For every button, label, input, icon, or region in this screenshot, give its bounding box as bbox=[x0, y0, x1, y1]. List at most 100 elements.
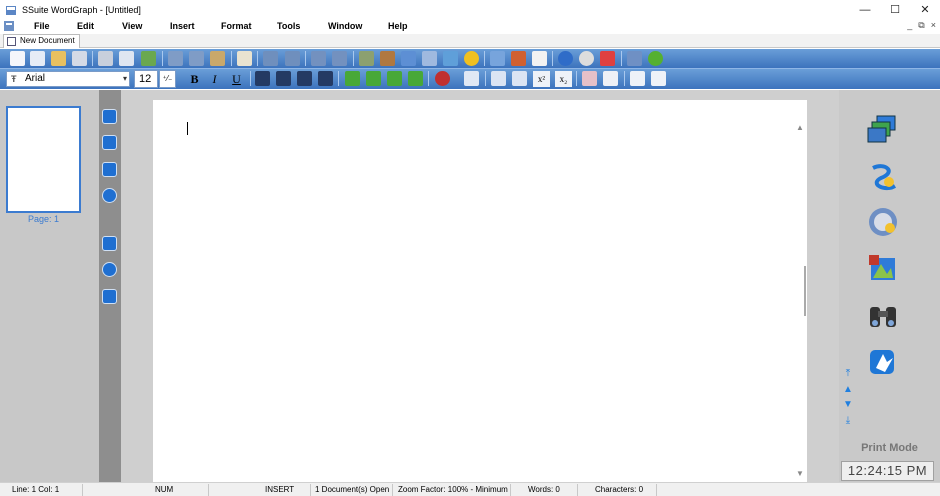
insert-chart-icon[interactable] bbox=[443, 51, 458, 66]
history-clock-icon[interactable] bbox=[102, 188, 117, 203]
insert-image-icon[interactable] bbox=[380, 51, 395, 66]
menu-help[interactable]: Help bbox=[388, 21, 408, 31]
align-left-icon[interactable] bbox=[255, 71, 270, 86]
menu-edit[interactable]: Edit bbox=[77, 21, 94, 31]
close-document-icon[interactable] bbox=[627, 51, 642, 66]
next-page-icon[interactable]: ▼ bbox=[842, 399, 854, 411]
windows-cascade-icon[interactable] bbox=[867, 114, 899, 146]
scrollbar-thumb[interactable] bbox=[804, 266, 806, 316]
align-right-icon[interactable] bbox=[297, 71, 312, 86]
copy-icon[interactable] bbox=[189, 51, 204, 66]
maximize-button[interactable]: ☐ bbox=[880, 0, 910, 19]
align-center-icon[interactable] bbox=[276, 71, 291, 86]
menu-window[interactable]: Window bbox=[328, 21, 362, 31]
background-color-icon[interactable] bbox=[582, 71, 597, 86]
font-size-input[interactable]: 12 bbox=[134, 70, 158, 88]
new-document-icon[interactable] bbox=[10, 51, 25, 66]
open-folder-icon[interactable] bbox=[51, 51, 66, 66]
insert-table-icon[interactable] bbox=[422, 51, 437, 66]
scroll-down-arrow-icon[interactable]: ▼ bbox=[796, 469, 804, 478]
zoom-out-icon[interactable] bbox=[332, 51, 347, 66]
page-up-icon[interactable] bbox=[630, 71, 645, 86]
print-preview-icon[interactable] bbox=[119, 51, 134, 66]
move-right-icon[interactable] bbox=[408, 71, 423, 86]
format-toolbar: Ŧ Arial ▾ 12 ⁺⁄₋ B I U x² x₂ bbox=[0, 68, 940, 89]
font-size-stepper[interactable]: ⁺⁄₋ bbox=[159, 70, 176, 88]
subscript-button[interactable]: x₂ bbox=[555, 71, 572, 87]
page-thumbnail[interactable] bbox=[6, 106, 81, 213]
mdi-close-button[interactable]: × bbox=[931, 20, 936, 31]
indent-right-icon[interactable] bbox=[366, 71, 381, 86]
numbered-list-icon[interactable] bbox=[491, 71, 506, 86]
menu-format[interactable]: Format bbox=[221, 21, 252, 31]
last-page-icon[interactable]: ⤓ bbox=[842, 415, 854, 427]
toolbar-divider bbox=[305, 51, 306, 66]
download-icon[interactable] bbox=[511, 51, 526, 66]
status-divider bbox=[577, 484, 578, 496]
scroll-up-arrow-icon[interactable]: ▲ bbox=[796, 123, 804, 132]
status-divider bbox=[310, 484, 311, 496]
email-icon[interactable] bbox=[532, 51, 547, 66]
mdi-minimize-button[interactable]: _ bbox=[907, 20, 912, 31]
insert-column-icon[interactable] bbox=[359, 51, 374, 66]
text-color-icon[interactable] bbox=[435, 71, 450, 86]
film-icon[interactable] bbox=[102, 289, 117, 304]
zoom-in-icon[interactable] bbox=[311, 51, 326, 66]
vertical-scrollbar[interactable]: ▲ ▼ bbox=[794, 121, 806, 481]
page-down-icon[interactable] bbox=[651, 71, 666, 86]
help-icon[interactable] bbox=[648, 51, 663, 66]
web-link-icon[interactable] bbox=[558, 51, 573, 66]
bullet-list-icon[interactable] bbox=[512, 71, 527, 86]
function-icon[interactable] bbox=[464, 51, 479, 66]
side-tools-strip bbox=[99, 90, 121, 482]
paste-icon[interactable] bbox=[210, 51, 225, 66]
clock-display: 12:24:15 PM bbox=[841, 461, 934, 481]
find-binoculars-icon[interactable] bbox=[867, 299, 899, 331]
document-menu-icon[interactable] bbox=[3, 20, 15, 32]
spell-check-icon[interactable] bbox=[141, 51, 156, 66]
save-icon[interactable] bbox=[72, 51, 87, 66]
highlight-icon[interactable] bbox=[464, 71, 479, 86]
menu-tools[interactable]: Tools bbox=[277, 21, 300, 31]
italic-button[interactable]: I bbox=[206, 71, 223, 87]
globe-icon[interactable] bbox=[102, 262, 117, 277]
indent-left-icon[interactable] bbox=[345, 71, 360, 86]
mdi-restore-button[interactable]: ⧉ bbox=[918, 20, 924, 31]
tab-new-document[interactable]: New Document bbox=[3, 34, 80, 48]
edit-icon[interactable] bbox=[237, 51, 252, 66]
underline-button[interactable]: U bbox=[228, 71, 245, 87]
first-page-icon[interactable]: ⤒ bbox=[842, 368, 854, 380]
font-name-select[interactable]: Ŧ Arial ▾ bbox=[6, 71, 130, 87]
menu-insert[interactable]: Insert bbox=[170, 21, 195, 31]
edit-notes-icon[interactable] bbox=[102, 135, 117, 150]
new-copy-icon[interactable] bbox=[30, 51, 45, 66]
previous-page-icon[interactable]: ▲ bbox=[842, 384, 854, 396]
menu-view[interactable]: View bbox=[122, 21, 142, 31]
status-divider bbox=[82, 484, 83, 496]
document-page[interactable] bbox=[153, 100, 807, 482]
text-box-icon[interactable] bbox=[603, 71, 618, 86]
cut-icon[interactable] bbox=[168, 51, 183, 66]
text-language-icon[interactable] bbox=[867, 206, 899, 238]
superscript-button[interactable]: x² bbox=[533, 71, 550, 87]
insert-picture-icon[interactable] bbox=[867, 252, 899, 284]
print-icon[interactable] bbox=[98, 51, 113, 66]
calendar-icon[interactable] bbox=[600, 51, 615, 66]
side-print-icon[interactable] bbox=[102, 236, 117, 251]
close-button[interactable]: ✕ bbox=[910, 0, 940, 19]
insert-field-icon[interactable] bbox=[490, 51, 505, 66]
minimize-button[interactable]: — bbox=[850, 0, 880, 19]
bold-button[interactable]: B bbox=[186, 71, 203, 87]
insert-object-icon[interactable] bbox=[401, 51, 416, 66]
wordart-icon[interactable] bbox=[867, 162, 899, 194]
undo-icon[interactable] bbox=[263, 51, 278, 66]
justify-icon[interactable] bbox=[318, 71, 333, 86]
document-info-icon[interactable] bbox=[102, 109, 117, 124]
app-launch-icon[interactable] bbox=[867, 346, 899, 378]
toolbar-divider bbox=[353, 51, 354, 66]
menu-file[interactable]: File bbox=[34, 21, 50, 31]
move-left-icon[interactable] bbox=[387, 71, 402, 86]
clock-icon[interactable] bbox=[579, 51, 594, 66]
redo-icon[interactable] bbox=[285, 51, 300, 66]
comments-icon[interactable] bbox=[102, 162, 117, 177]
